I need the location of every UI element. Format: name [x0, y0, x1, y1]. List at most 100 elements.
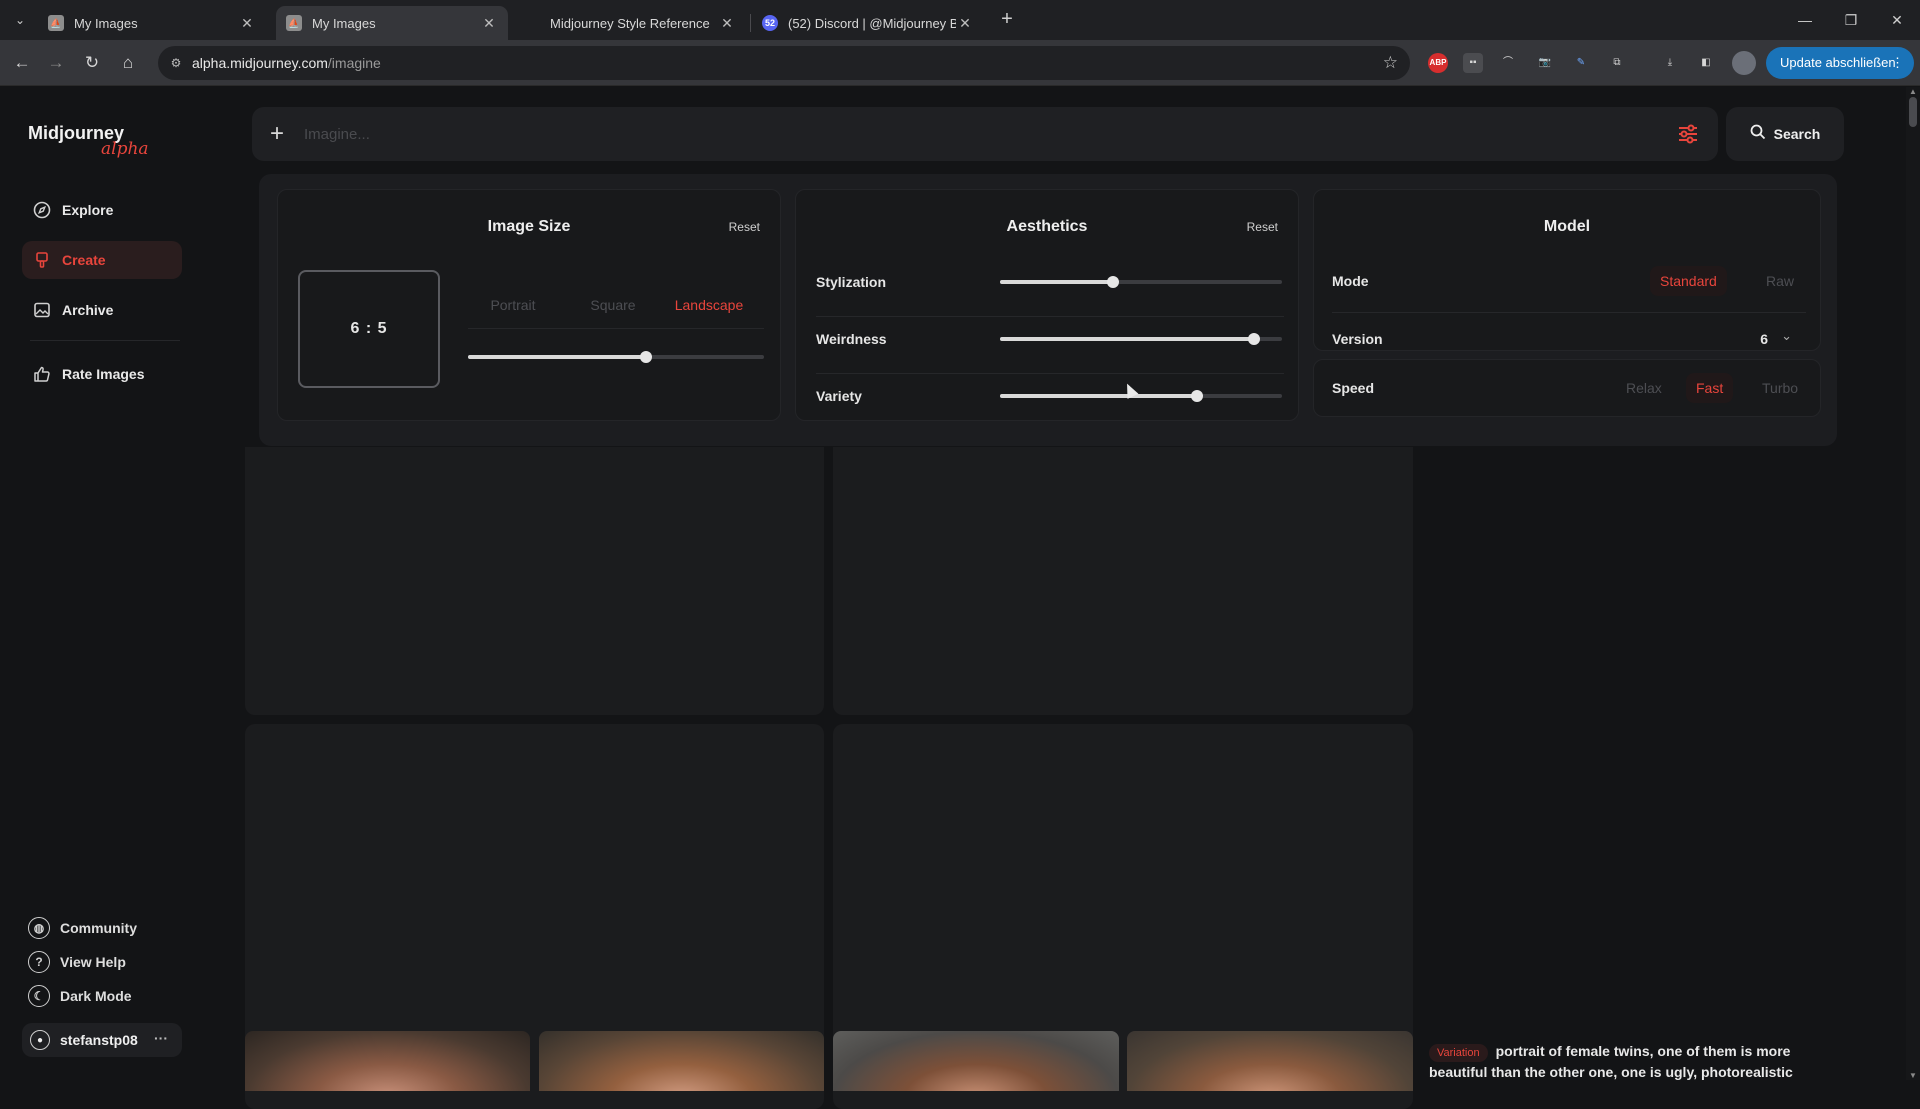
pen-extension-icon[interactable]: ✎	[1571, 53, 1591, 73]
speed-relax[interactable]: Relax	[1616, 373, 1672, 403]
search-button[interactable]: Search	[1726, 107, 1844, 161]
bookmark-star-icon[interactable]: ☆	[1383, 53, 1398, 73]
scroll-up-icon[interactable]: ▲	[1909, 87, 1917, 96]
nav-view-help[interactable]: ? View Help	[28, 948, 126, 976]
scroll-down-icon[interactable]: ▼	[1909, 1071, 1917, 1080]
nav-label: View Help	[60, 954, 126, 970]
new-tab-icon[interactable]: +	[995, 8, 1019, 32]
extension-icon[interactable]: ⌒	[1498, 53, 1518, 73]
image-tile[interactable]	[245, 447, 824, 715]
slider-thumb[interactable]	[1106, 276, 1119, 288]
tab-title: Midjourney Style Reference	[550, 15, 710, 31]
extension-icon[interactable]: ▪▪	[1463, 53, 1483, 73]
browser-tab-bar: ⌄ ⛵ My Images ✕ ⛵ My Images ✕ Midjourney…	[0, 0, 1920, 40]
nav-explore[interactable]: Explore	[22, 191, 182, 229]
home-icon[interactable]: ⌂	[116, 51, 140, 75]
site-info-icon[interactable]: ⚙	[168, 55, 184, 71]
browser-tab-active[interactable]: ⛵ My Images ✕	[276, 6, 508, 40]
close-icon[interactable]: ✕	[956, 15, 974, 32]
scrollbar[interactable]: ▲ ▼	[1906, 87, 1920, 1080]
more-icon[interactable]: ···	[154, 1030, 168, 1046]
orientation-square[interactable]: Square	[568, 286, 658, 324]
forward-icon[interactable]: →	[44, 51, 68, 75]
settings-sliders-icon[interactable]	[1676, 122, 1700, 146]
speed-turbo[interactable]: Turbo	[1752, 373, 1808, 403]
stylization-row: Stylization	[816, 256, 1284, 312]
chevron-down-icon: ⌄	[1781, 328, 1792, 343]
close-icon[interactable]: ✕	[238, 15, 256, 32]
variety-slider[interactable]	[1000, 390, 1282, 402]
discord-favicon-icon: 52	[762, 15, 778, 31]
image-thumbnail[interactable]	[245, 1031, 530, 1091]
tab-favicon-icon: ⛵	[286, 15, 302, 31]
aspect-ratio-slider[interactable]	[468, 351, 764, 363]
weirdness-slider[interactable]	[1000, 333, 1282, 345]
browser-tab[interactable]: Midjourney Style Reference ✕	[514, 6, 746, 40]
speed-card: Speed Relax Fast Turbo	[1313, 359, 1821, 417]
nav-archive[interactable]: Archive	[22, 291, 182, 329]
add-image-icon[interactable]: +	[270, 120, 284, 148]
slider-thumb[interactable]	[1247, 333, 1260, 345]
tab-title: (52) Discord | @Midjourney Bot	[788, 15, 956, 31]
back-icon[interactable]: ←	[10, 51, 34, 75]
download-icon[interactable]: ⤓	[1660, 53, 1680, 73]
browser-tab[interactable]: ⛵ My Images ✕	[38, 6, 266, 40]
orientation-landscape[interactable]: Landscape	[664, 286, 754, 324]
version-label: Version	[1332, 331, 1383, 347]
search-icon	[1750, 124, 1766, 144]
nav-label: Create	[62, 252, 106, 268]
puzzle-icon[interactable]: ⧉	[1607, 53, 1627, 73]
speed-label: Speed	[1332, 380, 1375, 396]
reset-button[interactable]: Reset	[1247, 220, 1278, 234]
mode-standard[interactable]: Standard	[1650, 266, 1727, 296]
close-icon[interactable]: ✕	[480, 15, 498, 32]
divider	[1332, 312, 1806, 313]
job-caption[interactable]: Variation portrait of female twins, one o…	[1429, 1041, 1809, 1082]
nav-label: Dark Mode	[60, 988, 132, 1004]
scroll-thumb[interactable]	[1909, 97, 1917, 127]
mode-raw[interactable]: Raw	[1756, 266, 1804, 296]
thumbs-up-icon	[32, 364, 52, 384]
logo-alpha-badge: alpha	[101, 139, 149, 159]
update-button[interactable]: Update abschließen ⋮	[1766, 47, 1914, 79]
slider-thumb[interactable]	[1191, 390, 1204, 402]
update-button-label: Update abschließen	[1780, 55, 1896, 70]
speed-row: Speed Relax Fast Turbo	[1332, 363, 1806, 415]
side-panel-icon[interactable]: ◧	[1696, 53, 1716, 73]
browser-tab[interactable]: 52 (52) Discord | @Midjourney Bot ✕	[752, 6, 984, 40]
close-icon[interactable]: ✕	[718, 15, 736, 32]
nav-community[interactable]: ◍ Community	[28, 914, 137, 942]
image-thumbnail[interactable]	[1127, 1031, 1413, 1091]
image-thumbnail[interactable]	[539, 1031, 824, 1091]
slider-thumb[interactable]	[639, 351, 652, 363]
reload-icon[interactable]: ↻	[80, 51, 104, 75]
profile-avatar[interactable]	[1732, 51, 1756, 75]
stylization-slider[interactable]	[1000, 276, 1282, 288]
speed-fast[interactable]: Fast	[1686, 373, 1734, 403]
reset-button[interactable]: Reset	[729, 220, 760, 234]
image-tile[interactable]	[833, 447, 1413, 715]
window-close-icon[interactable]: ✕	[1882, 8, 1912, 32]
nav-create[interactable]: Create	[22, 241, 182, 279]
image-thumbnail[interactable]	[833, 1031, 1119, 1091]
tab-title: My Images	[74, 15, 138, 31]
adblock-icon[interactable]: ABP	[1428, 53, 1448, 73]
dark-mode-toggle[interactable]: ☾ Dark Mode	[28, 982, 132, 1010]
camera-icon[interactable]: 📷	[1535, 53, 1555, 73]
prompt-input[interactable]	[304, 121, 1604, 147]
mode-label: Mode	[1332, 273, 1369, 289]
user-menu[interactable]: ● stefanstp08 ···	[22, 1023, 182, 1057]
tab-favicon-icon: ⛵	[48, 15, 64, 31]
username: stefanstp08	[60, 1032, 138, 1048]
portrait-image	[833, 1031, 1119, 1091]
minimize-icon[interactable]: —	[1790, 8, 1820, 32]
aesthetics-card: Aesthetics Reset Stylization Weirdness V	[795, 189, 1299, 421]
orientation-portrait[interactable]: Portrait	[468, 286, 558, 324]
url-text: alpha.midjourney.com/imagine	[192, 55, 381, 71]
tab-search-icon[interactable]: ⌄	[8, 8, 32, 32]
nav-divider	[30, 340, 180, 341]
nav-rate-images[interactable]: Rate Images	[22, 355, 182, 393]
orientation-selector: Portrait Square Landscape	[468, 286, 764, 324]
address-bar[interactable]: ⚙ alpha.midjourney.com/imagine ☆	[158, 46, 1410, 80]
restore-icon[interactable]: ❐	[1836, 8, 1866, 32]
